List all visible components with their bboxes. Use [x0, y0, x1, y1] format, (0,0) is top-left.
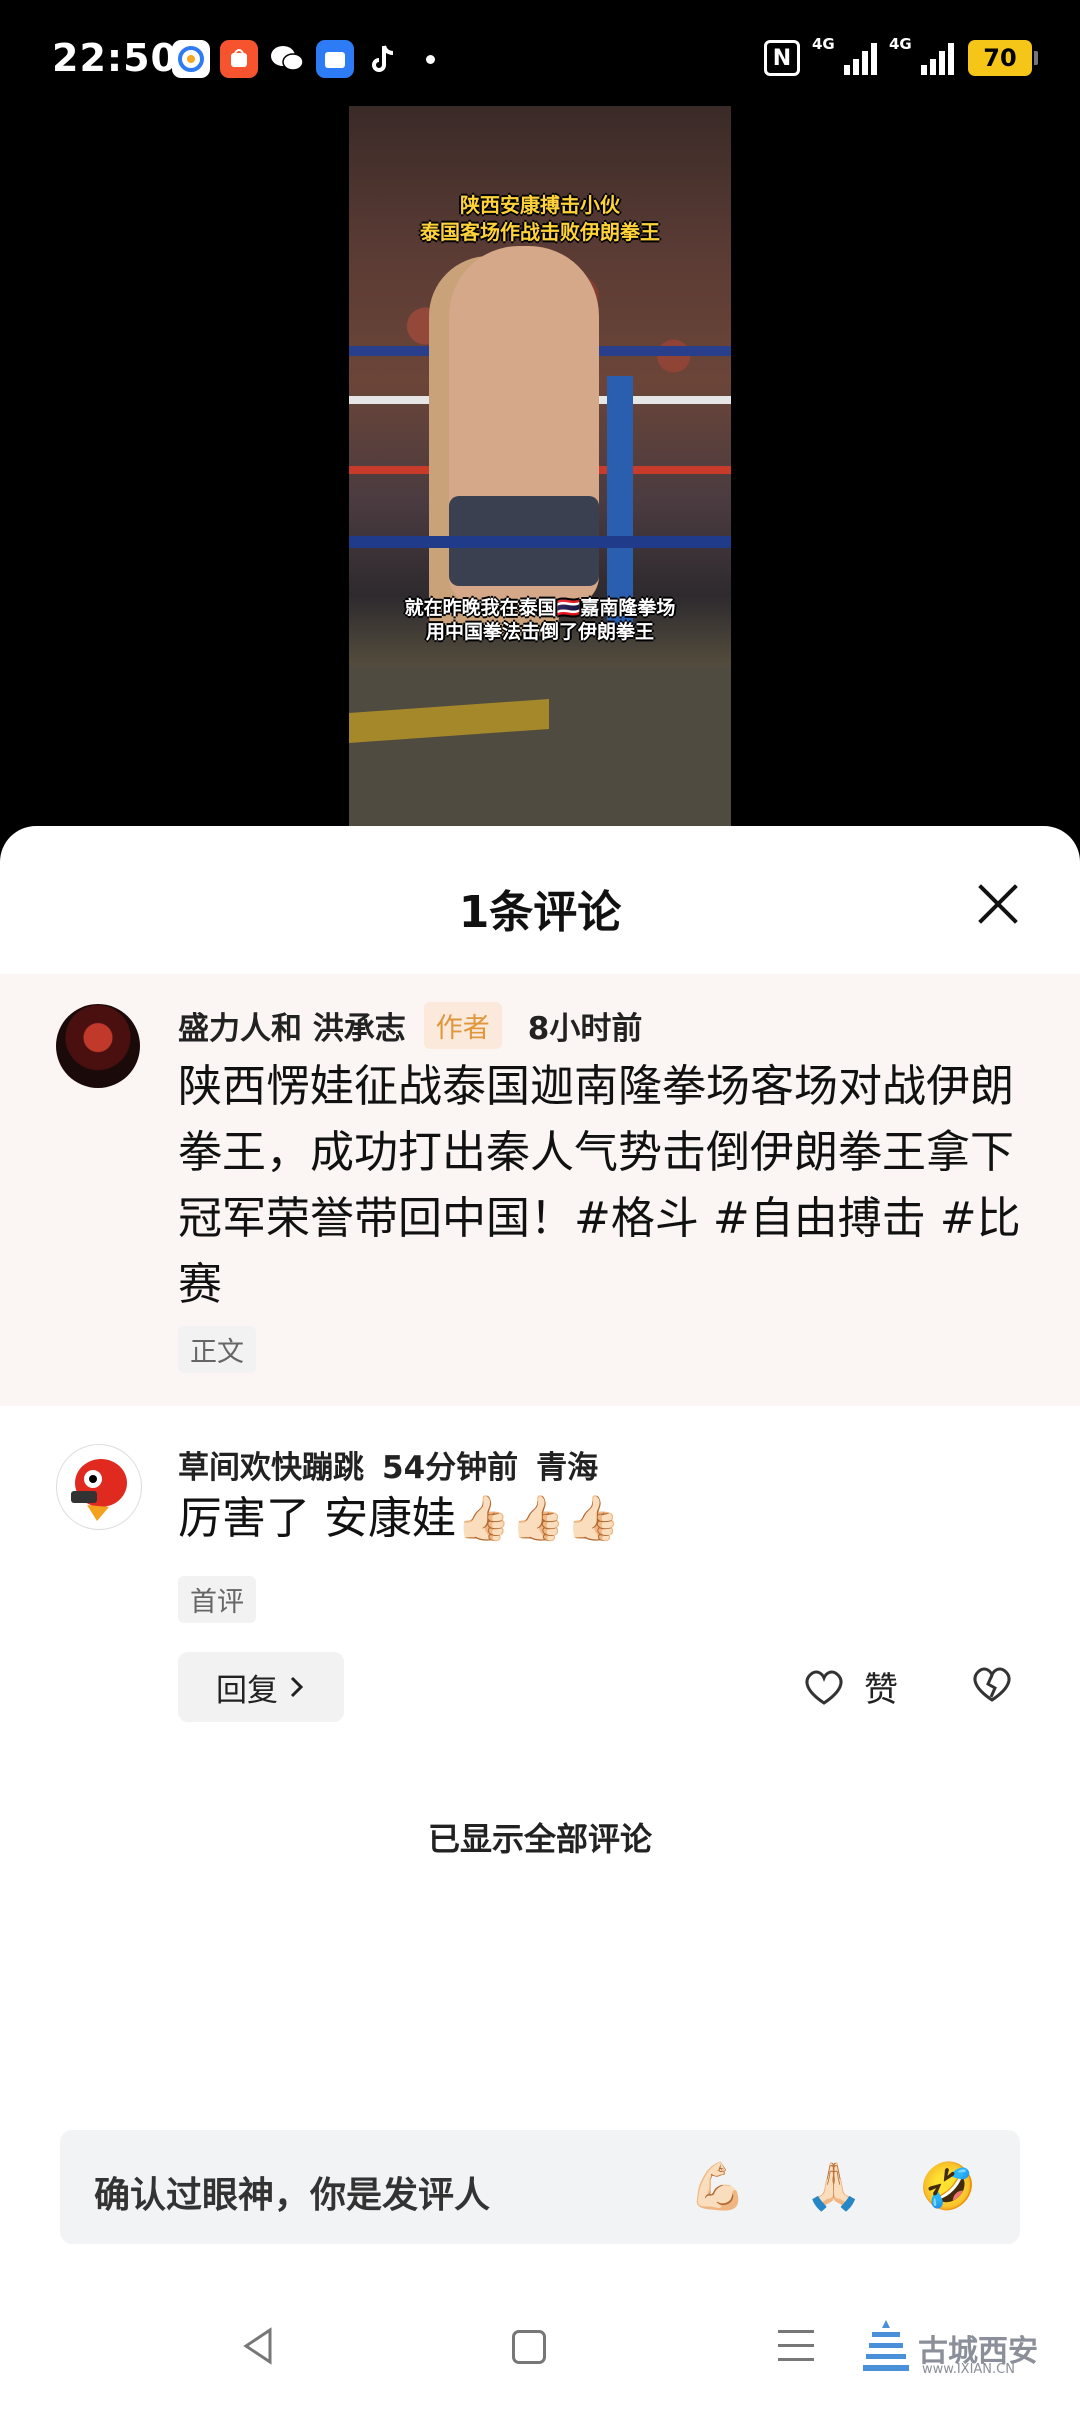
- network-type-label: 4G: [812, 35, 835, 53]
- comment-sheet: 1条评论 盛力人和 洪承志 作者 8小时前 陕西愣娃征战泰国迦南隆拳场客场对战伊…: [0, 826, 1080, 2412]
- red-bird-icon: [71, 1459, 127, 1521]
- avatar[interactable]: [56, 1004, 140, 1088]
- reply-button[interactable]: 回复: [178, 1652, 344, 1722]
- avatar[interactable]: [56, 1444, 142, 1530]
- status-time: 22:50: [52, 36, 178, 80]
- flexed-bicep-emoji-button[interactable]: 💪🏻: [688, 2156, 748, 2216]
- video-caption-top: 陕西安康搏击小伙 泰国客场作战击败伊朗拳王: [349, 192, 731, 246]
- comment-meta: 盛力人和 洪承志 作者 8小时前: [178, 1002, 642, 1049]
- like-label: 赞: [864, 1670, 898, 1710]
- comment-username[interactable]: 草间欢快蹦跳: [178, 1442, 364, 1487]
- ring-floor: [349, 666, 731, 826]
- more-notifications-dot: [426, 54, 435, 64]
- comment-time: 54分钟前: [382, 1450, 519, 1486]
- files-app-icon: [316, 40, 354, 78]
- ring-rope: [349, 536, 731, 548]
- notification-icons: [172, 40, 435, 78]
- back-icon[interactable]: [240, 2326, 276, 2366]
- comment-input[interactable]: 确认过眼神，你是发评人 💪🏻 🙏🏻 🤣: [60, 2130, 1020, 2244]
- video-caption-line: 陕西安康搏击小伙: [460, 193, 620, 217]
- comment-item: 盛力人和 洪承志 作者 8小时前 陕西愣娃征战泰国迦南隆拳场客场对战伊朗拳王，成…: [0, 974, 1080, 1406]
- comment-text[interactable]: 陕西愣娃征战泰国迦南隆拳场客场对战伊朗拳王，成功打出秦人气势击倒伊朗拳王拿下冠军…: [178, 1054, 1028, 1318]
- rofl-emoji-button[interactable]: 🤣: [918, 2156, 978, 2216]
- status-bar: 22:50 N 4G 4G 70: [0, 0, 1080, 110]
- close-icon[interactable]: [976, 882, 1020, 926]
- system-indicators: N 4G 4G 70: [764, 35, 1038, 76]
- comment-tag: 正文: [178, 1326, 256, 1373]
- battery-icon: 70: [968, 40, 1038, 76]
- pagoda-icon: [863, 2320, 909, 2371]
- reply-label: 回复: [216, 1672, 278, 1709]
- comment-text[interactable]: 厉害了 安康娃👍🏻👍🏻👍🏻: [178, 1486, 1028, 1552]
- comment-tag: 首评: [178, 1576, 256, 1623]
- signal-icon: 4G: [812, 35, 877, 75]
- chevron-right-icon: [290, 1676, 304, 1698]
- home-icon[interactable]: [512, 2330, 546, 2364]
- menu-icon[interactable]: [778, 2330, 814, 2372]
- wechat-icon: [268, 40, 306, 78]
- watermark-logo: 古城西安 www.IXIAN.CN: [862, 2318, 1038, 2378]
- comment-location: 青海: [536, 1450, 599, 1486]
- watermark-url: www.IXIAN.CN: [922, 2362, 1015, 2377]
- comment-count-title: 1条评论: [458, 887, 622, 938]
- broken-heart-icon: [973, 1667, 1011, 1702]
- comment-username[interactable]: 盛力人和 洪承志: [178, 1003, 406, 1048]
- comment-meta: 草间欢快蹦跳 54分钟前 青海: [178, 1442, 598, 1487]
- shopping-app-icon: [220, 40, 258, 78]
- video-caption-bottom: 就在昨晚我在泰国🇹🇭嘉南隆拳场 用中国拳法击倒了伊朗拳王: [349, 596, 731, 644]
- all-comments-shown-note: 已显示全部评论: [427, 1820, 652, 1858]
- ring-post: [607, 376, 633, 626]
- heart-icon: [805, 1670, 843, 1705]
- network-type-label-2: 4G: [889, 35, 912, 53]
- video-caption-line: 泰国客场作战击败伊朗拳王: [420, 220, 660, 244]
- comment-input-placeholder: 确认过眼神，你是发评人: [94, 2175, 491, 2216]
- author-badge: 作者: [423, 1002, 502, 1049]
- signal-icon-2: 4G: [889, 35, 954, 75]
- browser-app-icon: [172, 40, 210, 78]
- dislike-button[interactable]: [970, 1664, 1014, 1708]
- video-caption-line: 就在昨晚我在泰国🇹🇭嘉南隆拳场: [404, 597, 676, 619]
- tiktok-icon: [364, 40, 402, 78]
- video-player[interactable]: 陕西安康搏击小伙 泰国客场作战击败伊朗拳王 就在昨晚我在泰国🇹🇭嘉南隆拳场 用中…: [349, 106, 731, 826]
- like-button[interactable]: 赞: [802, 1662, 898, 1711]
- comment-item: 草间欢快蹦跳 54分钟前 青海 厉害了 安康娃👍🏻👍🏻👍🏻 首评 回复 赞: [0, 1426, 1080, 1726]
- video-caption-line: 用中国拳法击倒了伊朗拳王: [425, 621, 654, 643]
- nfc-icon: N: [764, 40, 800, 76]
- system-nav-bar: 古城西安 www.IXIAN.CN: [0, 2288, 1080, 2412]
- comment-time: 8小时前: [527, 1011, 643, 1047]
- folded-hands-emoji-button[interactable]: 🙏🏻: [804, 2156, 864, 2216]
